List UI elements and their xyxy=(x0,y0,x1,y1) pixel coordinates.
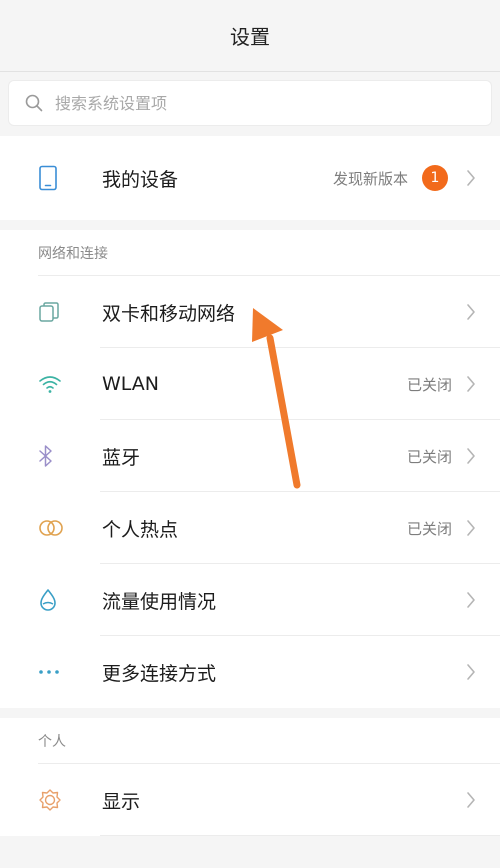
update-badge: 1 xyxy=(422,165,448,191)
dual-sim-icon xyxy=(0,276,102,348)
item-label: 双卡和移动网络 xyxy=(102,302,236,325)
my-device-label: 我的设备 xyxy=(102,168,179,191)
section-header-network: 网络和连接 xyxy=(0,230,500,276)
chevron-right-icon xyxy=(466,136,500,220)
section-header-personal: 个人 xyxy=(0,718,500,764)
page-title: 设置 xyxy=(230,25,270,49)
settings-item-data-usage[interactable]: 流量使用情况 xyxy=(0,564,500,636)
display-sun-icon xyxy=(0,764,102,836)
phone-icon xyxy=(0,136,102,220)
divider xyxy=(100,835,500,836)
more-dots-icon xyxy=(0,636,102,708)
wifi-icon xyxy=(0,348,102,420)
chevron-right-icon xyxy=(466,636,500,708)
search-box[interactable] xyxy=(8,80,492,126)
data-usage-icon xyxy=(0,564,102,636)
settings-screen: 设置 我的设备 发现新版本 1 xyxy=(0,0,500,868)
device-card: 我的设备 发现新版本 1 xyxy=(0,136,500,220)
settings-item-dual-sim[interactable]: 双卡和移动网络 xyxy=(0,276,500,348)
chevron-right-icon xyxy=(466,492,500,564)
bluetooth-icon xyxy=(0,420,102,492)
item-label: 流量使用情况 xyxy=(102,590,217,613)
section-gap xyxy=(0,708,500,718)
chevron-right-icon xyxy=(466,420,500,492)
update-status-text: 发现新版本 xyxy=(332,169,408,188)
item-value: 已关闭 xyxy=(406,519,452,538)
section-title: 网络和连接 xyxy=(38,246,108,262)
item-label: WLAN xyxy=(102,373,160,395)
search-input[interactable] xyxy=(55,93,455,113)
item-label: 更多连接方式 xyxy=(102,662,217,685)
settings-item-hotspot[interactable]: 个人热点 已关闭 xyxy=(0,492,500,564)
chevron-right-icon xyxy=(466,348,500,420)
section-gap xyxy=(0,220,500,230)
settings-item-display[interactable]: 显示 xyxy=(0,764,500,836)
search-icon xyxy=(25,94,43,112)
item-label: 个人热点 xyxy=(102,518,179,541)
item-label: 显示 xyxy=(102,790,141,813)
item-value: 已关闭 xyxy=(406,375,452,394)
settings-item-bluetooth[interactable]: 蓝牙 已关闭 xyxy=(0,420,500,492)
settings-item-more-connections[interactable]: 更多连接方式 xyxy=(0,636,500,708)
title-bar: 设置 xyxy=(0,0,500,72)
my-device-row[interactable]: 我的设备 发现新版本 1 xyxy=(0,136,500,220)
network-section: 网络和连接 双卡和移动网络 WLAN 已关闭 蓝牙 已关闭 个人热点 已关闭 流… xyxy=(0,230,500,708)
item-value: 已关闭 xyxy=(406,447,452,466)
settings-item-wlan[interactable]: WLAN 已关闭 xyxy=(0,348,500,420)
chevron-right-icon xyxy=(466,564,500,636)
section-title: 个人 xyxy=(38,734,66,750)
search-area xyxy=(0,72,500,136)
personal-section: 个人 显示 xyxy=(0,718,500,836)
chevron-right-icon xyxy=(466,276,500,348)
hotspot-icon xyxy=(0,492,102,564)
item-label: 蓝牙 xyxy=(102,446,141,469)
chevron-right-icon xyxy=(466,764,500,836)
